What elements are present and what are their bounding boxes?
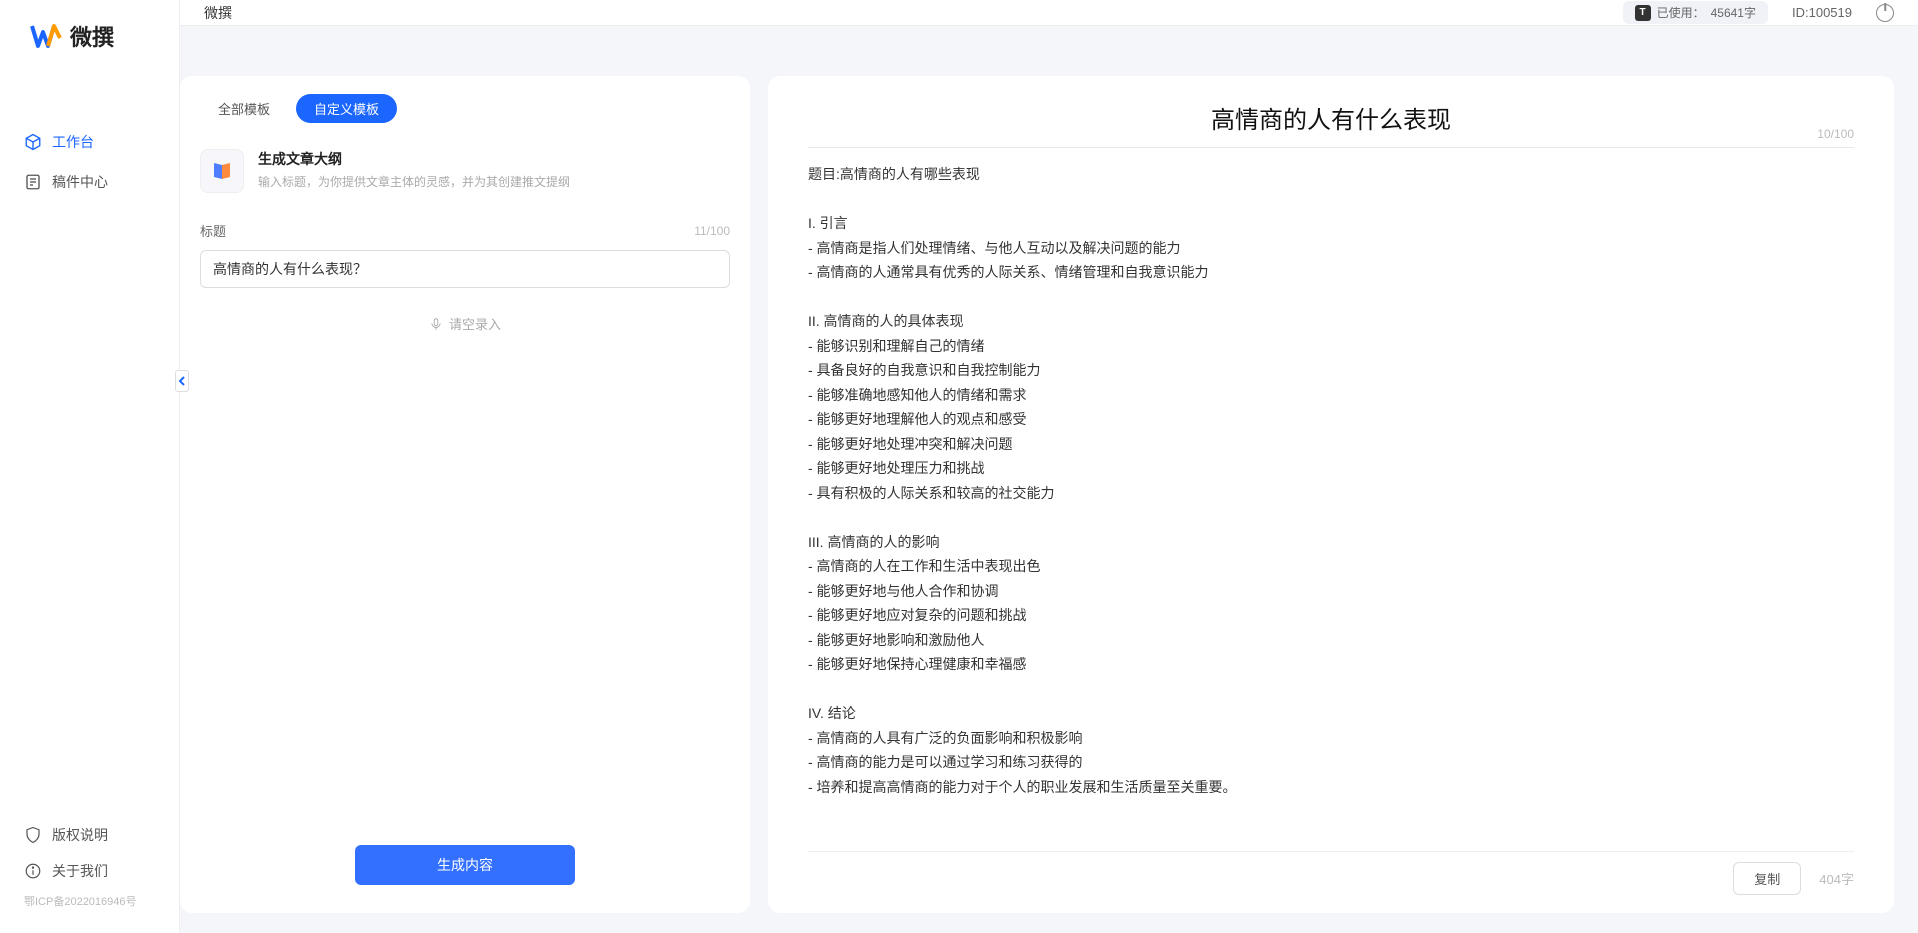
template-card: 生成文章大纲 输入标题，为你提供文章主体的灵感，并为其创建推文提纲 <box>180 141 750 213</box>
sidebar-item-workbench[interactable]: 工作台 <box>0 122 179 162</box>
topbar-title: 微撰 <box>204 3 232 23</box>
tab-custom-templates[interactable]: 自定义模板 <box>296 94 397 123</box>
title-field-section: 标题 11/100 <box>180 213 750 296</box>
output-header: 高情商的人有什么表现 10/100 <box>808 100 1854 148</box>
template-icon <box>200 149 244 193</box>
sidebar-bottom: 版权说明 关于我们 鄂ICP备2022016946号 <box>0 817 179 933</box>
logo-icon <box>30 20 62 52</box>
sidebar-item-copyright[interactable]: 版权说明 <box>0 817 179 853</box>
power-icon <box>1876 4 1894 22</box>
sidebar-collapse-handle[interactable] <box>175 370 189 392</box>
usage-indicator[interactable]: T 已使用： 45641字 <box>1623 1 1768 24</box>
title-input[interactable] <box>200 250 730 288</box>
output-panel: 高情商的人有什么表现 10/100 题目:高情商的人有哪些表现 I. 引言 - … <box>768 76 1894 913</box>
topbar-right: T 已使用： 45641字 ID:100519 <box>1623 1 1894 24</box>
field-label: 标题 <box>200 221 226 240</box>
chevron-left-icon <box>178 376 186 386</box>
output-footer: 复制 404字 <box>808 851 1854 895</box>
sidebar-item-label: 稿件中心 <box>52 172 108 192</box>
document-icon <box>24 173 42 191</box>
app-logo: 微撰 <box>0 0 179 72</box>
usage-value: 45641字 <box>1711 4 1756 21</box>
sidebar-item-label: 工作台 <box>52 132 94 152</box>
sidebar-item-label: 版权说明 <box>52 825 108 845</box>
usage-badge-icon: T <box>1635 5 1651 21</box>
sidebar: 微撰 工作台 稿件中心 版权说明 关于我们 鄂ICP备2022016946号 <box>0 0 180 933</box>
voice-input-row[interactable]: 请空录入 <box>180 296 750 351</box>
info-icon <box>24 862 42 880</box>
user-id-label: ID: <box>1792 5 1809 20</box>
char-count: 404字 <box>1819 869 1854 888</box>
sidebar-item-about[interactable]: 关于我们 <box>0 853 179 889</box>
template-desc: 输入标题，为你提供文章主体的灵感，并为其创建推文提纲 <box>258 173 570 190</box>
icp-text: 鄂ICP备2022016946号 <box>0 889 179 913</box>
left-panel-footer: 生成内容 <box>180 845 750 895</box>
sidebar-item-drafts[interactable]: 稿件中心 <box>0 162 179 202</box>
outline-book-icon <box>210 159 234 183</box>
power-button[interactable] <box>1876 4 1894 22</box>
main-area: 微撰 T 已使用： 45641字 ID:100519 全部模板 自定义模板 <box>180 0 1918 933</box>
template-info: 生成文章大纲 输入标题，为你提供文章主体的灵感，并为其创建推文提纲 <box>258 149 570 190</box>
topbar: 微撰 T 已使用： 45641字 ID:100519 <box>180 0 1918 26</box>
field-counter: 11/100 <box>694 224 730 238</box>
output-title: 高情商的人有什么表现 <box>808 100 1854 135</box>
template-tabs: 全部模板 自定义模板 <box>180 94 750 141</box>
output-content[interactable]: 题目:高情商的人有哪些表现 I. 引言 - 高情商是指人们处理情绪、与他人互动以… <box>808 162 1854 851</box>
microphone-icon <box>429 317 443 331</box>
copy-button[interactable]: 复制 <box>1733 862 1801 895</box>
cube-icon <box>24 133 42 151</box>
input-panel: 全部模板 自定义模板 生成文章大纲 输入标题，为你提供文章主体的灵感，并为其创建… <box>180 76 750 913</box>
sidebar-item-label: 关于我们 <box>52 861 108 881</box>
user-id-value: 100519 <box>1809 5 1852 20</box>
user-id: ID:100519 <box>1792 5 1852 20</box>
nav-main: 工作台 稿件中心 <box>0 72 179 817</box>
voice-label: 请空录入 <box>449 314 501 333</box>
content-area: 全部模板 自定义模板 生成文章大纲 输入标题，为你提供文章主体的灵感，并为其创建… <box>180 26 1918 933</box>
usage-label: 已使用： <box>1657 4 1705 21</box>
logo-text: 微撰 <box>70 20 114 52</box>
shield-icon <box>24 826 42 844</box>
template-title: 生成文章大纲 <box>258 149 570 169</box>
tab-all-templates[interactable]: 全部模板 <box>200 94 288 123</box>
output-title-counter: 10/100 <box>1817 127 1854 141</box>
generate-button[interactable]: 生成内容 <box>355 845 575 885</box>
